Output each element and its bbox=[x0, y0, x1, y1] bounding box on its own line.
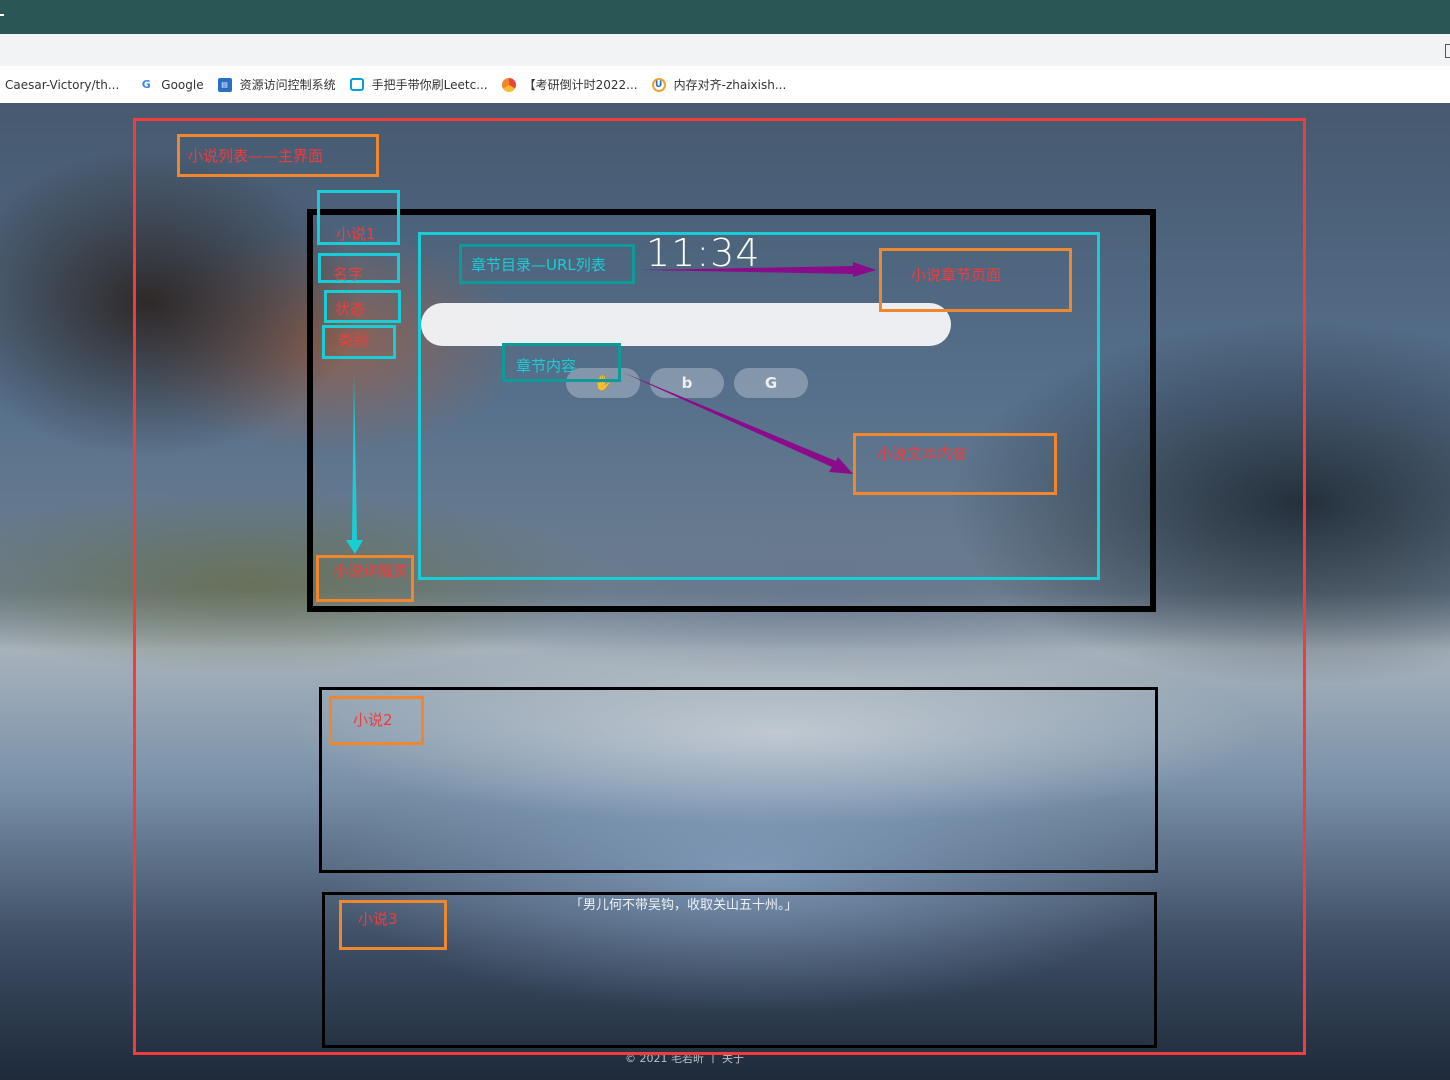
arrow-to-text-content bbox=[622, 372, 853, 474]
arrow-to-detail-page bbox=[346, 375, 363, 554]
arrow-to-chapter-page bbox=[640, 262, 876, 277]
annotation-arrows bbox=[346, 262, 876, 554]
